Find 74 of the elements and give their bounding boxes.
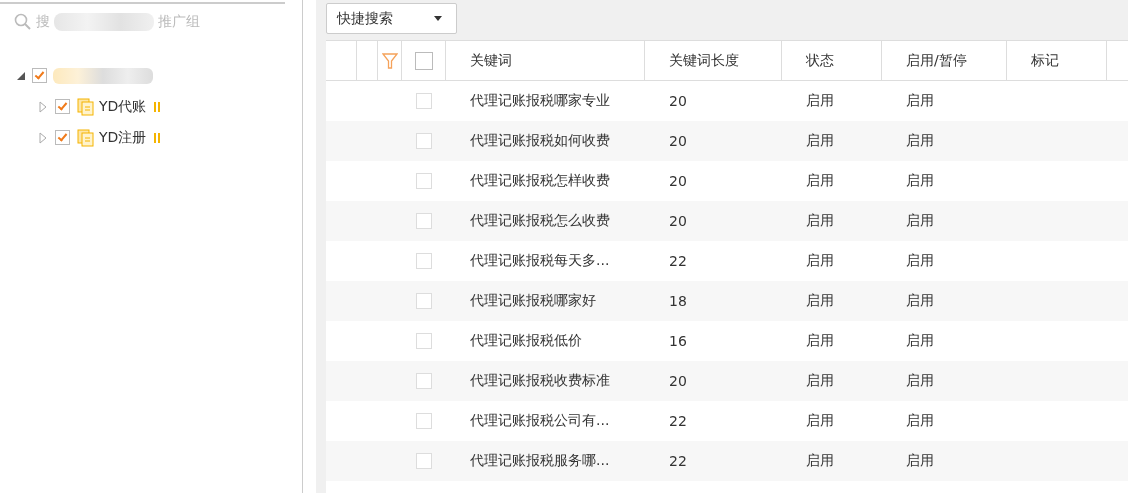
table-cell: 22 (669, 413, 687, 429)
documents-icon (77, 128, 95, 147)
table-cell: 20 (669, 173, 687, 189)
table-cell: 启用 (806, 412, 834, 430)
table-cell: 18 (669, 293, 687, 309)
checkbox[interactable] (414, 51, 433, 70)
table-cell: 启用 (906, 292, 934, 310)
table-cell: 启用 (806, 292, 834, 310)
table-cell: 代理记账报税服务哪... (470, 452, 610, 470)
table-cell: 启用 (906, 212, 934, 230)
table-cell: 代理记账报税低价 (470, 332, 582, 350)
table-cell: 启用 (806, 332, 834, 350)
table-cell: 20 (669, 93, 687, 109)
quick-search-dropdown[interactable]: 快捷搜索 (326, 3, 457, 34)
caret-icon (434, 16, 442, 21)
table-cell: 启用 (906, 372, 934, 390)
table-cell: 启用 (906, 412, 934, 430)
pause-icon (153, 132, 162, 143)
collapsed-triangle-icon[interactable] (38, 131, 48, 144)
documents-icon (77, 97, 95, 116)
table-cell: 代理记账报税公司有... (470, 412, 610, 430)
checkbox[interactable] (416, 373, 432, 389)
filter-icon[interactable] (381, 52, 398, 69)
table-cell: 启用 (806, 452, 834, 470)
tree-item[interactable]: YD代账 (99, 97, 147, 116)
table-cell: 启用 (906, 92, 934, 110)
table-cell: 启用 (806, 252, 834, 270)
table-cell: 启用 (806, 372, 834, 390)
table-cell: 启用 (806, 132, 834, 150)
column-header[interactable]: 关键词 (446, 41, 645, 80)
table-cell: 20 (669, 133, 687, 149)
collapsed-triangle-icon[interactable] (38, 100, 48, 113)
table-cell: 22 (669, 253, 687, 269)
table-cell: 代理记账报税收费标准 (470, 372, 610, 390)
column-header[interactable]: 关键词长度 (645, 41, 782, 80)
table-cell: 20 (669, 213, 687, 229)
pause-icon (153, 101, 162, 112)
table-cell: 代理记账报税怎样收费 (470, 172, 610, 190)
placeholder-text: 推广组 (158, 13, 200, 31)
table-cell: 代理记账报税哪家专业 (470, 92, 610, 110)
expanded-triangle-icon[interactable] (16, 70, 26, 81)
table-cell: 20 (669, 373, 687, 389)
table-cell: 启用 (806, 92, 834, 110)
search-icon (14, 13, 32, 31)
checkbox[interactable] (55, 99, 70, 114)
table-cell: 代理记账报税哪家好 (470, 292, 596, 310)
table-cell: 启用 (906, 452, 934, 470)
table-cell: 启用 (906, 132, 934, 150)
table-cell: 启用 (806, 212, 834, 230)
table-cell: 代理记账报税怎么收费 (470, 212, 610, 230)
column-header[interactable]: 启用/暂停 (882, 41, 1007, 80)
table-cell: 代理记账报税如何收费 (470, 132, 610, 150)
placeholder-text: 搜 (36, 13, 50, 31)
checkbox[interactable] (55, 130, 70, 145)
table-cell: 启用 (906, 332, 934, 350)
checkbox[interactable] (416, 253, 432, 269)
table-cell: 22 (669, 453, 687, 469)
table-cell: 启用 (806, 172, 834, 190)
checkbox[interactable] (416, 413, 432, 429)
checkbox[interactable] (416, 133, 432, 149)
checkbox[interactable] (416, 333, 432, 349)
column-header[interactable]: 状态 (782, 41, 882, 80)
table-cell: 16 (669, 333, 687, 349)
checkbox[interactable] (416, 173, 432, 189)
column-header[interactable]: 标记 (1007, 41, 1107, 80)
checkbox[interactable] (416, 293, 432, 309)
checkbox[interactable] (416, 93, 432, 109)
table-cell: 启用 (906, 252, 934, 270)
checkbox[interactable] (416, 213, 432, 229)
table-cell: 代理记账报税每天多... (470, 252, 610, 270)
tree-item[interactable]: YD注册 (99, 128, 147, 147)
checkbox[interactable] (32, 68, 47, 83)
checkbox[interactable] (416, 453, 432, 469)
table-cell: 启用 (906, 172, 934, 190)
